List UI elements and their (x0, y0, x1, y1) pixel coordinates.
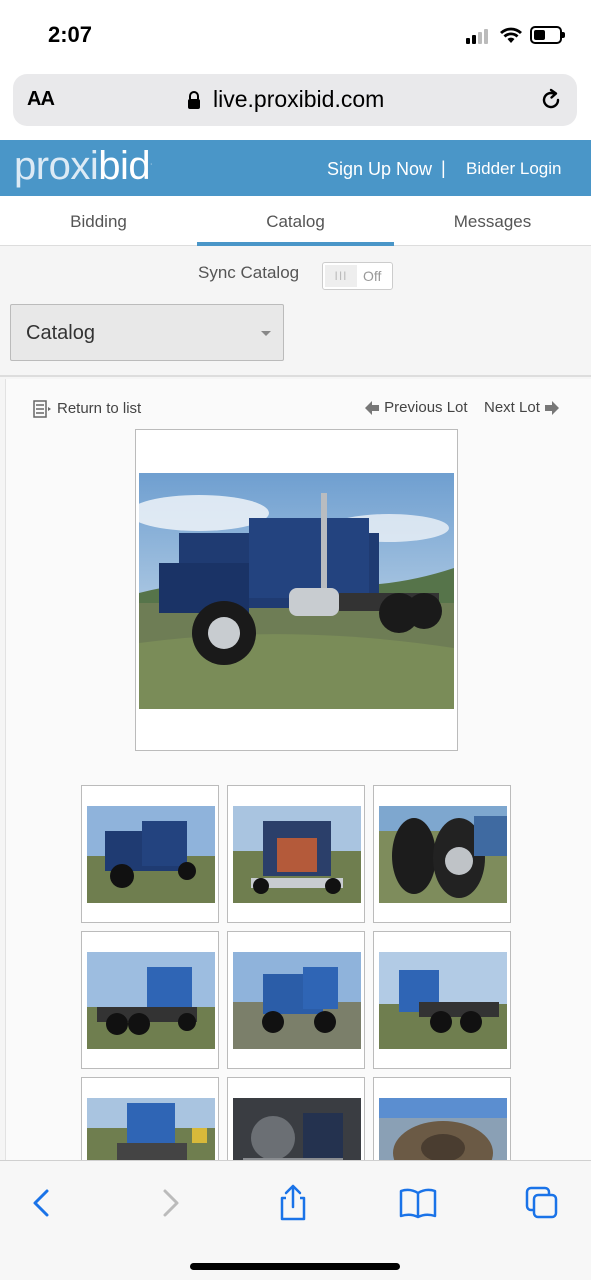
thumbnail-image (379, 806, 507, 903)
thumbnail-3[interactable] (373, 785, 511, 923)
logo-bold-text: bid (98, 144, 151, 188)
lot-detail-panel: Return to list Previous Lot Next Lot (5, 379, 591, 1215)
thumbnail-1[interactable] (81, 785, 219, 923)
tab-bar: Bidding Catalog Messages (0, 196, 591, 246)
return-to-list-label: Return to list (57, 400, 142, 417)
status-bar: 2:07 (0, 0, 591, 70)
catalog-dropdown[interactable]: Catalog (10, 304, 284, 361)
address-bar[interactable]: AA live.proxibid.com (13, 74, 577, 126)
thumbnail-image (233, 806, 361, 903)
reader-options-button[interactable]: AA (27, 88, 55, 111)
next-lot-link[interactable]: Next Lot (484, 399, 560, 416)
browser-toolbar (0, 1160, 591, 1280)
thumbnail-4[interactable] (81, 931, 219, 1069)
logo-light-text: proxi (14, 144, 99, 188)
return-to-list-link[interactable]: Return to list (33, 400, 141, 418)
wifi-icon (500, 27, 522, 43)
reader-options-label: AA (27, 88, 55, 110)
truck-photo-image (139, 473, 454, 709)
cellular-signal-icon (466, 28, 492, 44)
tabs-icon[interactable] (522, 1183, 562, 1223)
reload-icon[interactable] (539, 88, 563, 112)
share-icon[interactable] (273, 1183, 313, 1223)
status-time: 2:07 (48, 22, 93, 47)
thumbnail-6[interactable] (373, 931, 511, 1069)
main-photo[interactable] (139, 473, 454, 709)
toggle-state-label: Off (363, 268, 382, 284)
list-icon (33, 400, 51, 418)
previous-lot-label: Previous Lot (384, 399, 468, 416)
logo-dot: . (150, 157, 152, 167)
next-lot-label: Next Lot (484, 399, 540, 416)
lock-icon (188, 91, 200, 109)
sign-up-link[interactable]: Sign Up Now (327, 159, 432, 180)
thumbnail-image (87, 806, 215, 903)
battery-icon (530, 26, 565, 44)
toggle-handle: III (325, 265, 357, 287)
thumbnail-image (87, 952, 215, 1049)
previous-lot-link[interactable]: Previous Lot (364, 399, 468, 416)
main-content: Sync Catalog III Off Catalog Return to l… (0, 246, 591, 1215)
main-photo-frame[interactable] (135, 429, 458, 751)
arrow-right-icon (545, 401, 560, 416)
bidder-login-link[interactable]: Bidder Login (466, 159, 561, 179)
thumbnail-5[interactable] (227, 931, 365, 1069)
url-text[interactable]: live.proxibid.com (213, 86, 384, 113)
proxibid-logo[interactable]: proxibid. (14, 144, 152, 189)
thumbnail-2[interactable] (227, 785, 365, 923)
site-header: proxibid. Sign Up Now | Bidder Login (0, 140, 591, 196)
arrow-left-icon (365, 401, 379, 416)
back-icon[interactable] (22, 1183, 62, 1223)
catalog-dropdown-value: Catalog (26, 322, 95, 344)
bookmarks-icon[interactable] (398, 1183, 438, 1223)
sync-catalog-label: Sync Catalog (198, 263, 300, 282)
tab-messages[interactable]: Messages (394, 196, 591, 246)
divider (0, 375, 591, 377)
chevron-down-icon (261, 331, 271, 336)
forward-icon[interactable] (150, 1183, 190, 1223)
tab-bidding[interactable]: Bidding (0, 196, 197, 246)
home-indicator (190, 1263, 400, 1270)
tab-catalog[interactable]: Catalog (197, 196, 394, 246)
thumbnail-image (379, 952, 507, 1049)
thumbnail-image (233, 952, 361, 1049)
sync-catalog-toggle[interactable]: III Off (322, 262, 393, 290)
header-separator: | (441, 158, 446, 178)
